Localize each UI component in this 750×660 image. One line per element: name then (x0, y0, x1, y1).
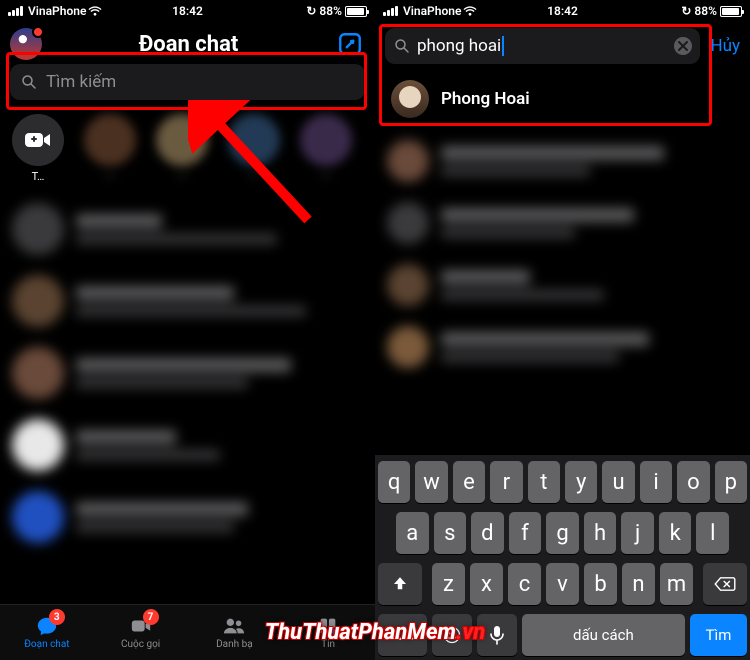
key-o[interactable]: o (677, 461, 709, 503)
status-bar: VinaPhone 18:42 ↻ 88% (375, 0, 750, 22)
key-w[interactable]: w (415, 461, 447, 503)
compose-icon (337, 31, 363, 57)
tab-chats-badge: 3 (49, 609, 65, 625)
result-name-label: Phong Hoai (441, 89, 530, 109)
battery-icon (345, 6, 367, 17)
profile-avatar[interactable] (10, 28, 42, 60)
battery-icon (720, 6, 742, 17)
shift-icon (391, 575, 409, 593)
key-c[interactable]: c (508, 563, 541, 605)
space-key[interactable]: dấu cách (522, 614, 685, 656)
video-plus-icon (24, 130, 52, 150)
tab-chats-label: Đoạn chat (24, 639, 69, 650)
chat-row[interactable] (12, 409, 363, 481)
backspace-icon (714, 576, 736, 592)
search-input[interactable]: Tìm kiếm (10, 64, 365, 100)
compose-button[interactable] (335, 29, 365, 59)
story-item[interactable]: ···· (228, 114, 280, 183)
numbers-key[interactable]: 123 (378, 614, 427, 656)
key-s[interactable]: s (434, 512, 467, 554)
create-room-button[interactable]: T… (12, 114, 64, 183)
key-y[interactable]: y (565, 461, 597, 503)
tab-people[interactable]: Danh bạ (188, 605, 282, 660)
text-cursor-icon (502, 36, 504, 56)
key-h[interactable]: h (584, 512, 617, 554)
key-t[interactable]: t (528, 461, 560, 503)
key-d[interactable]: d (471, 512, 504, 554)
emoji-key[interactable] (432, 614, 472, 656)
story-item[interactable]: ···· (300, 114, 352, 183)
chat-row[interactable] (12, 481, 363, 553)
status-time: 18:42 (375, 4, 750, 18)
chat-row[interactable] (387, 130, 738, 192)
ios-keyboard: qwertyuiop asdfghjkl zxcvbnm 123 (375, 455, 750, 660)
search-header: phong hoai Hủy (375, 22, 750, 70)
close-icon (678, 41, 688, 51)
status-bar: VinaPhone 18:42 ↻ 88% (0, 0, 375, 22)
key-k[interactable]: k (659, 512, 692, 554)
tab-stories-label: Tin (321, 639, 335, 650)
result-avatar-icon (391, 80, 429, 118)
phone-left: VinaPhone 18:42 ↻ 88% Đoạn chat (0, 0, 375, 660)
key-g[interactable]: g (546, 512, 579, 554)
key-m[interactable]: m (660, 563, 693, 605)
microphone-icon (490, 625, 504, 645)
backspace-key[interactable] (703, 563, 747, 605)
chat-list[interactable] (0, 193, 375, 553)
story-item[interactable]: ···· (84, 114, 136, 183)
tab-calls-badge: 7 (143, 609, 159, 625)
tab-stories[interactable]: Tin (281, 605, 375, 660)
key-e[interactable]: e (453, 461, 485, 503)
search-icon (393, 37, 411, 55)
dictation-key[interactable] (477, 614, 517, 656)
tab-calls-label: Cuộc gọi (121, 639, 160, 650)
search-input[interactable]: phong hoai (385, 28, 700, 64)
key-f[interactable]: f (509, 512, 542, 554)
phone-right: VinaPhone 18:42 ↻ 88% phong hoai Hủy P (375, 0, 750, 660)
key-j[interactable]: j (621, 512, 654, 554)
notification-dot-icon (32, 26, 44, 38)
page-title: Đoạn chat (42, 32, 335, 57)
cancel-button[interactable]: Hủy (710, 36, 740, 56)
chat-row[interactable] (387, 254, 738, 316)
people-icon (221, 615, 247, 637)
key-b[interactable]: b (584, 563, 617, 605)
key-r[interactable]: r (490, 461, 522, 503)
emoji-icon (442, 625, 462, 645)
key-q[interactable]: q (378, 461, 410, 503)
chat-row[interactable] (12, 265, 363, 337)
status-time: 18:42 (0, 4, 375, 18)
tab-bar: 3 Đoạn chat 7 Cuộc gọi Danh bạ Tin (0, 604, 375, 660)
chat-row[interactable] (12, 193, 363, 265)
key-x[interactable]: x (470, 563, 503, 605)
keyboard-search-key[interactable]: Tìm (690, 614, 747, 656)
chat-row[interactable] (387, 192, 738, 254)
chat-row[interactable] (387, 316, 738, 378)
clear-search-button[interactable] (674, 37, 692, 55)
tab-chats[interactable]: 3 Đoạn chat (0, 605, 94, 660)
tab-calls[interactable]: 7 Cuộc gọi (94, 605, 188, 660)
key-l[interactable]: l (696, 512, 729, 554)
search-placeholder: Tìm kiếm (46, 72, 116, 92)
key-n[interactable]: n (622, 563, 655, 605)
chat-row[interactable] (12, 337, 363, 409)
stories-row: T… ···· ···· ···· ···· (0, 108, 375, 193)
stories-icon (315, 615, 341, 637)
search-result-row[interactable]: Phong Hoai (375, 70, 750, 130)
key-p[interactable]: p (715, 461, 747, 503)
suggestion-list[interactable] (375, 130, 750, 378)
tab-people-label: Danh bạ (216, 639, 253, 650)
chats-header: Đoạn chat (0, 22, 375, 64)
shift-key[interactable] (378, 563, 422, 605)
key-a[interactable]: a (396, 512, 429, 554)
key-z[interactable]: z (432, 563, 465, 605)
key-v[interactable]: v (546, 563, 579, 605)
search-icon (20, 73, 38, 91)
create-room-label: T… (32, 170, 45, 183)
story-item[interactable]: ···· (156, 114, 208, 183)
key-i[interactable]: i (640, 461, 672, 503)
key-u[interactable]: u (602, 461, 634, 503)
search-value: phong hoai (417, 36, 668, 57)
